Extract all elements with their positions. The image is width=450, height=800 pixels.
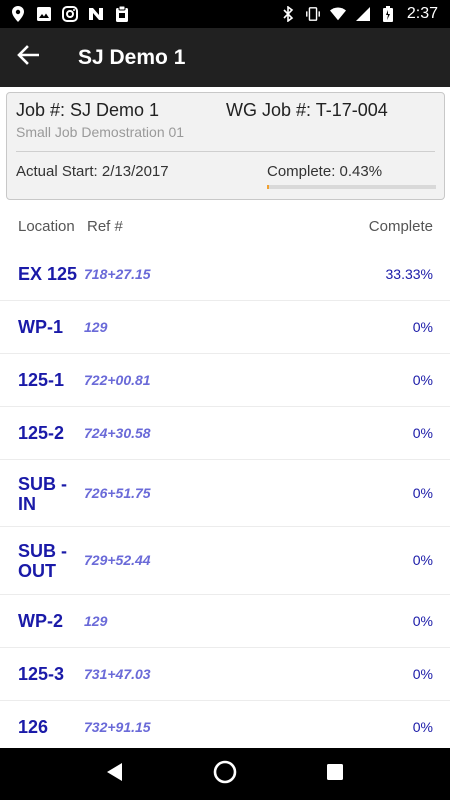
list-item[interactable]: EX 125 718+27.15 33.33% bbox=[0, 248, 450, 301]
ref-number: 732+91.15 bbox=[84, 719, 151, 735]
complete-percent: 0% bbox=[412, 485, 433, 501]
location-name: 125-2 bbox=[18, 423, 65, 443]
ref-number: 729+52.44 bbox=[84, 552, 151, 568]
column-header-complete: Complete bbox=[368, 217, 433, 235]
list-item[interactable]: 125-2 724+30.58 0% bbox=[0, 407, 450, 460]
divider bbox=[16, 151, 435, 152]
signal-icon bbox=[355, 6, 371, 22]
ref-number: 722+00.81 bbox=[84, 372, 151, 388]
location-name: SUB - IN bbox=[18, 474, 67, 514]
complete-percent: 0% bbox=[412, 425, 433, 441]
complete-percent: 0% bbox=[412, 552, 433, 568]
app-bar: SJ Demo 1 bbox=[0, 28, 450, 87]
list-item[interactable]: 126 732+91.15 0% bbox=[0, 701, 450, 754]
status-system: 2:37 bbox=[280, 5, 438, 23]
column-header-ref: Ref # bbox=[87, 217, 123, 235]
location-name: 126 bbox=[18, 717, 49, 737]
location-name: 125-1 bbox=[18, 370, 65, 390]
complete-percent: 0% bbox=[412, 319, 433, 335]
list-item[interactable]: 125-1 722+00.81 0% bbox=[0, 354, 450, 407]
complete-percent: 0% bbox=[412, 613, 433, 629]
page-title: SJ Demo 1 bbox=[78, 45, 186, 69]
ref-number: 724+30.58 bbox=[84, 425, 151, 441]
system-nav-bar bbox=[0, 748, 450, 800]
status-time: 2:37 bbox=[406, 5, 438, 22]
job-number: Job #: SJ Demo 1 bbox=[16, 99, 160, 120]
job-header-row: Job #: SJ Demo 1 WG Job #: T-17-004 bbox=[16, 97, 435, 123]
arrow-back-icon bbox=[17, 45, 40, 70]
wg-job-number: WG Job #: T-17-004 bbox=[226, 99, 388, 120]
complete-percent: 33.33% bbox=[385, 266, 433, 282]
wifi-icon bbox=[329, 6, 346, 22]
recents-square-icon bbox=[326, 763, 344, 786]
status-bar: 2:37 bbox=[0, 0, 450, 28]
ref-number: 129 bbox=[84, 319, 108, 335]
job-complete-percent: Complete: 0.43% bbox=[267, 163, 383, 180]
status-notifications bbox=[10, 6, 130, 22]
actual-start-date: Actual Start: 2/13/2017 bbox=[16, 163, 169, 180]
n-app-icon bbox=[88, 6, 104, 22]
back-button[interactable] bbox=[0, 28, 56, 87]
battery-icon bbox=[380, 6, 396, 22]
location-name: WP-2 bbox=[18, 611, 63, 631]
nav-home-button[interactable] bbox=[205, 754, 245, 794]
complete-percent: 0% bbox=[412, 666, 433, 682]
list-item[interactable]: WP-1 129 0% bbox=[0, 301, 450, 354]
job-progress-fill bbox=[267, 185, 269, 189]
back-triangle-icon bbox=[106, 762, 124, 787]
clipboard-icon bbox=[114, 6, 130, 22]
instagram-icon bbox=[62, 6, 78, 22]
list-item[interactable]: SUB - OUT 729+52.44 0% bbox=[0, 527, 450, 595]
list-item[interactable]: SUB - IN 726+51.75 0% bbox=[0, 460, 450, 527]
nav-recents-button[interactable] bbox=[315, 754, 355, 794]
location-name: EX 125 bbox=[18, 264, 78, 284]
list-item[interactable]: WP-2 129 0% bbox=[0, 595, 450, 648]
ref-number: 129 bbox=[84, 613, 108, 629]
list-item[interactable]: 125-3 731+47.03 0% bbox=[0, 648, 450, 701]
nav-back-button[interactable] bbox=[95, 754, 135, 794]
ref-number: 726+51.75 bbox=[84, 485, 151, 501]
vibrate-icon bbox=[305, 6, 321, 22]
job-progress-bar bbox=[267, 185, 436, 189]
home-circle-icon bbox=[212, 759, 238, 790]
bluetooth-icon bbox=[280, 6, 296, 22]
complete-percent: 0% bbox=[412, 719, 433, 735]
location-list: EX 125 718+27.15 33.33% WP-1 129 0% 125-… bbox=[0, 248, 450, 754]
table-header: Location Ref # Complete bbox=[0, 212, 450, 240]
column-header-location: Location bbox=[18, 217, 75, 235]
location-name: WP-1 bbox=[18, 317, 63, 337]
ref-number: 718+27.15 bbox=[84, 266, 151, 282]
maps-pin-icon bbox=[10, 6, 26, 22]
job-description: Small Job Demostration 01 bbox=[16, 124, 185, 140]
job-summary-card: Job #: SJ Demo 1 WG Job #: T-17-004 Smal… bbox=[6, 92, 445, 200]
location-name: 125-3 bbox=[18, 664, 65, 684]
image-icon bbox=[36, 6, 52, 22]
complete-percent: 0% bbox=[412, 372, 433, 388]
location-name: SUB - OUT bbox=[18, 541, 67, 581]
ref-number: 731+47.03 bbox=[84, 666, 151, 682]
